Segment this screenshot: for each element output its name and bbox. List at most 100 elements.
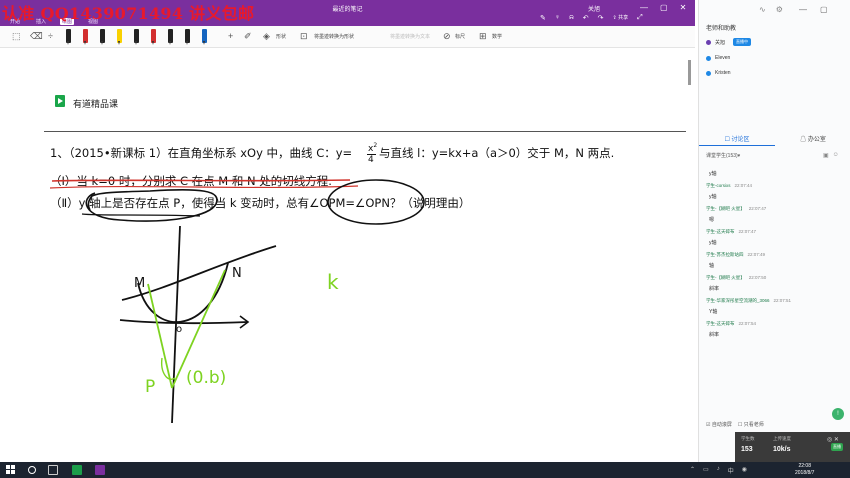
share-button[interactable]: ⇪ 共享 <box>613 14 629 22</box>
pen-tool[interactable] <box>185 29 190 45</box>
image-icon[interactable]: ▣ <box>823 152 829 159</box>
tab-office[interactable]: ☖ 办公室 <box>775 134 850 146</box>
chat-user[interactable]: 学生-华家深彤星空流潮的_3066 <box>706 298 770 303</box>
fullscreen-icon[interactable]: ⤢ <box>637 14 643 22</box>
pen-tool[interactable] <box>151 29 156 45</box>
bell-icon[interactable]: ⍾ <box>569 14 574 22</box>
sidebar-minimize-button[interactable]: — <box>799 5 807 14</box>
search-icon[interactable] <box>28 466 36 474</box>
pen-tool[interactable] <box>66 29 71 45</box>
chat-time: 22:07:51 <box>773 298 792 303</box>
lightbulb-icon[interactable]: ♀ <box>555 14 560 22</box>
tab-office-label: 办公室 <box>807 137 826 143</box>
member-item[interactable]: Eleven <box>706 55 730 61</box>
redo-icon[interactable]: ↷ <box>598 14 604 22</box>
chevron-up-icon[interactable]: ⌃ <box>690 466 695 475</box>
volume-icon[interactable]: ♪ <box>717 466 720 475</box>
taskbar-clock[interactable]: 22:08 2018/8/7 <box>795 463 814 477</box>
chat-user[interactable]: 学生-【糊吧 火星】 <box>706 206 745 211</box>
pen-tool[interactable] <box>168 29 173 45</box>
hw-label-o: o <box>176 324 183 335</box>
pen-tool[interactable] <box>202 29 207 45</box>
chat-user[interactable]: 学生-这天碎布 <box>706 321 735 326</box>
emoji-icon[interactable]: ☺ <box>833 152 839 159</box>
member-name: Kristen <box>715 70 731 76</box>
hw-label-m: M <box>134 276 146 291</box>
member-name: Eleven <box>715 55 731 61</box>
chat-user[interactable]: 学生-corsixs <box>706 183 731 188</box>
pen-tool[interactable] <box>100 29 105 45</box>
avatar <box>706 39 711 45</box>
status-badge: 直播中 <box>733 38 752 46</box>
chat-message-text: 轴 <box>709 263 715 269</box>
green-line-pm <box>147 283 173 389</box>
ruler-icon[interactable]: ⊘ <box>443 31 451 42</box>
avatar <box>706 70 711 76</box>
member-item[interactable]: 关旭 直播中 <box>706 38 752 46</box>
teacher-only-label: 只看老师 <box>743 422 764 428</box>
eraser-icon[interactable]: ⌫ <box>30 31 43 42</box>
ink-to-shape-icon[interactable]: ✐ <box>244 31 252 42</box>
title-actions: ✎ ♀ ⍾ ↶ ↷ ⇪ 共享 ⤢ <box>540 14 643 22</box>
feedback-button[interactable]: ! <box>832 408 844 420</box>
cast-icon[interactable]: ◎ ✕ <box>827 436 839 443</box>
task-view-icon[interactable] <box>48 465 58 475</box>
hw-label-k: k <box>327 270 339 294</box>
close-button[interactable]: ✕ <box>680 3 687 12</box>
strike-through-ink <box>51 179 351 182</box>
sidebar-tabs: ☐ 讨论区 ☖ 办公室 <box>699 134 850 146</box>
ime-icon[interactable]: 中 <box>728 466 734 475</box>
member-item[interactable]: Kristen <box>706 70 731 76</box>
antivirus-icon[interactable]: ◉ <box>742 466 747 475</box>
audience-filter[interactable]: 课堂学生(153)▾ <box>706 152 740 159</box>
note-canvas[interactable]: 有道精品课 1、（2015•新课标 1）在直角坐标系 xOy 中，曲线 C：y=… <box>0 48 688 462</box>
pen-tool[interactable] <box>83 29 88 45</box>
tab-discussion[interactable]: ☐ 讨论区 <box>699 134 775 146</box>
convert-shape-icon[interactable]: ⊡ <box>300 31 308 42</box>
bitrate-value: 10k/s <box>773 446 791 453</box>
chat-time: 22:07:49 <box>747 252 766 257</box>
ink-to-shape-button[interactable]: 将墨迹转换为形状 <box>314 33 354 40</box>
pen-icon[interactable]: ✎ <box>540 14 546 22</box>
undo-icon[interactable]: ↶ <box>583 14 589 22</box>
pen-tool[interactable] <box>117 29 122 45</box>
settings-icon[interactable]: ⚙ <box>776 5 783 14</box>
network-icon[interactable]: ▭ <box>703 466 709 475</box>
onenote-app-icon[interactable] <box>95 465 105 475</box>
teacher-only-checkbox[interactable]: ☐ 只看老师 <box>738 421 764 428</box>
minimize-button[interactable]: — <box>640 3 648 12</box>
chat-message-header: 学生-苏杰拉斯站四 22:07:49 <box>706 249 846 260</box>
pen-tool[interactable] <box>134 29 139 45</box>
user-name[interactable]: 关旭 <box>588 4 600 13</box>
window-controls: — ▢ ✕ <box>640 3 686 12</box>
watermark: 认准 QQ1439071494 讲义包邮 <box>2 4 255 23</box>
math-button[interactable]: 数学 <box>492 33 502 40</box>
chat-message-text: 斜率 <box>709 332 720 338</box>
lasso-select-icon[interactable]: ⬚ <box>12 31 21 42</box>
vertical-scrollbar[interactable] <box>688 60 691 85</box>
chat-tool-icons: ▣ ☺ <box>823 152 839 159</box>
insert-space-icon[interactable]: ÷ <box>48 31 53 41</box>
chat-user[interactable]: 学生-【糊吧 火星】 <box>706 275 745 280</box>
auto-scroll-checkbox[interactable]: ☑ 自动滚屏 <box>706 421 732 428</box>
ruler-button[interactable]: 标尺 <box>455 33 465 40</box>
shapes-button[interactable]: 形状 <box>276 33 286 40</box>
chat-user[interactable]: 学生-苏杰拉斯站四 <box>706 252 744 257</box>
shapes-icon[interactable]: ◈ <box>263 31 270 42</box>
add-pen-icon[interactable]: + <box>228 31 233 41</box>
math-icon[interactable]: ⊞ <box>479 31 487 42</box>
chat-list[interactable]: y轴 学生-corsixs 22:07:44 y轴 学生-【糊吧 火星】 22:07:47… <box>706 168 846 341</box>
chat-message-text: 斜率 <box>709 286 720 292</box>
chat-options: ☑ 自动滚屏 ☐ 只看老师 <box>706 421 764 428</box>
chat-message-text: Y轴 <box>709 309 718 315</box>
start-button[interactable] <box>6 465 16 475</box>
wechat-app-icon[interactable] <box>72 465 82 475</box>
sidebar-maximize-button[interactable]: ▢ <box>820 5 828 14</box>
system-tray: ⌃ ▭ ♪ 中 ◉ <box>690 466 747 475</box>
underline-ink <box>49 185 359 189</box>
maximize-button[interactable]: ▢ <box>660 3 668 12</box>
ink-to-text-button[interactable]: 将墨迹转换为文本 <box>390 33 430 40</box>
chat-user[interactable]: 学生-这天碎布 <box>706 229 735 234</box>
tab-discussion-label: 讨论区 <box>731 137 750 143</box>
pulse-icon[interactable]: ∿ <box>759 5 766 14</box>
